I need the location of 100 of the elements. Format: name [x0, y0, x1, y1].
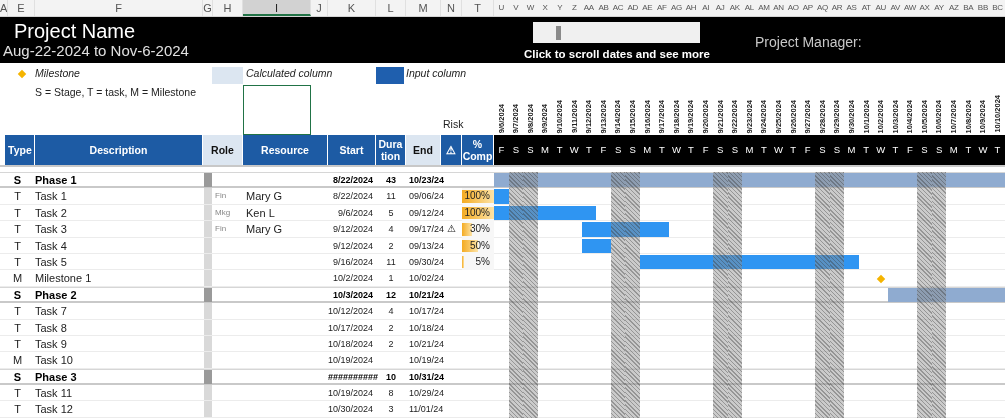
weekday-label: F: [596, 135, 611, 165]
column-header[interactable]: Z: [566, 0, 582, 16]
column-header: Start: [328, 135, 376, 165]
column-header: Resource: [243, 135, 328, 165]
column-header[interactable]: AR: [829, 0, 845, 16]
weekday-label: W: [771, 135, 786, 165]
color-swatch: [212, 67, 243, 84]
description-cell-text: Task 3: [35, 222, 68, 238]
project-manager-label: Project Manager:: [754, 33, 862, 52]
duration-cell-text: 5: [387, 206, 395, 220]
scroll-thumb[interactable]: [556, 26, 561, 40]
column-header[interactable]: AS: [844, 0, 859, 16]
selected-cell[interactable]: [243, 85, 311, 135]
start-date-cell-text: 9/12/2024: [331, 223, 374, 237]
column-header[interactable]: K: [328, 0, 376, 16]
column-header[interactable]: BB: [975, 0, 991, 16]
column-header[interactable]: F: [35, 0, 203, 16]
column-header[interactable]: BC: [990, 0, 1005, 16]
start-date-cell-text: 8/22/2024: [331, 190, 374, 204]
column-header[interactable]: AP: [800, 0, 816, 16]
duration-cell-text: 43: [385, 174, 397, 187]
type-cell-text: T: [13, 320, 22, 336]
weekday-label: S: [625, 135, 640, 165]
column-header: % Comp: [462, 135, 494, 165]
project-title: Project Name: [13, 19, 137, 42]
column-header[interactable]: L: [376, 0, 406, 16]
column-header[interactable]: AK: [727, 0, 743, 16]
column-header[interactable]: AU: [873, 0, 889, 16]
start-date-cell-text: 10/19/2024: [328, 354, 375, 368]
role-cell-text: Mkg: [214, 206, 232, 219]
end-date-cell-text: 11/01/24: [408, 403, 441, 417]
column-header[interactable]: M: [406, 0, 441, 16]
column-header[interactable]: AE: [639, 0, 655, 16]
column-header[interactable]: AA: [581, 0, 597, 16]
description-cell-text: Task 11: [35, 386, 74, 402]
percent-text: 100%: [464, 205, 491, 220]
column-header[interactable]: AX: [917, 0, 932, 16]
column-header[interactable]: AJ: [712, 0, 728, 16]
description-cell-text: Milestone 1: [35, 271, 93, 287]
column-header: Duration: [376, 135, 406, 165]
column-header[interactable]: AF: [654, 0, 670, 16]
weekday-label: F: [494, 135, 509, 165]
color-swatch: [376, 67, 404, 84]
column-header[interactable]: U: [494, 0, 509, 16]
start-date-cell-text: 10/3/2024: [331, 288, 374, 302]
description-cell-text: Task 5: [35, 254, 68, 270]
column-header[interactable]: AD: [625, 0, 640, 16]
column-header[interactable]: AY: [931, 0, 947, 16]
column-header[interactable]: AO: [785, 0, 801, 16]
column-header[interactable]: AB: [596, 0, 611, 16]
stage-marker: [204, 173, 212, 188]
role-cell-text: Fin: [214, 223, 228, 236]
description-cell-text: Task 2: [35, 205, 68, 221]
description-cell-text: Task 10: [35, 353, 74, 369]
column-header[interactable]: V: [508, 0, 524, 16]
column-header[interactable]: BA: [961, 0, 976, 16]
column-header[interactable]: G: [203, 0, 213, 16]
column-header: Description: [35, 135, 203, 165]
type-cell-text: S: [12, 173, 23, 188]
type-cell-text: T: [13, 304, 22, 320]
duration-cell-text: 10: [385, 370, 397, 384]
description-cell-text: Phase 2: [35, 287, 78, 303]
weekday-label: T: [888, 135, 903, 165]
column-header[interactable]: AQ: [815, 0, 830, 16]
duration-cell-text: 2: [387, 321, 395, 335]
column-header: Type: [5, 135, 35, 165]
column-header[interactable]: AW: [902, 0, 918, 16]
start-date-cell-text: 10/19/2024: [328, 387, 375, 401]
duration-cell-text: 11: [385, 190, 397, 204]
weekday-label: T: [552, 135, 567, 165]
column-header[interactable]: A: [0, 0, 8, 16]
column-header[interactable]: AM: [756, 0, 772, 16]
scroll-bar[interactable]: [533, 22, 700, 43]
duration-cell-text: 2: [387, 239, 395, 253]
duration-cell-text: 4: [387, 305, 395, 319]
start-date-cell-text: 10/30/2024: [328, 403, 375, 417]
duration-cell-text: 11: [385, 255, 397, 269]
description-cell-text: Phase 1: [35, 173, 78, 188]
column-header[interactable]: AC: [610, 0, 626, 16]
column-header[interactable]: AG: [669, 0, 684, 16]
column-header[interactable]: AV: [888, 0, 903, 16]
column-header[interactable]: E: [8, 0, 35, 16]
column-header[interactable]: AL: [742, 0, 757, 16]
column-header[interactable]: I: [243, 0, 311, 16]
column-header: ⚠: [441, 135, 462, 165]
column-header[interactable]: N: [441, 0, 462, 16]
column-header[interactable]: J: [311, 0, 328, 16]
column-header[interactable]: AN: [771, 0, 786, 16]
column-header[interactable]: Y: [552, 0, 567, 16]
column-header[interactable]: W: [523, 0, 538, 16]
weekday-label: M: [742, 135, 757, 165]
weekday-label: T: [961, 135, 976, 165]
column-header[interactable]: AI: [698, 0, 713, 16]
column-header[interactable]: T: [462, 0, 494, 16]
percent-text: 30%: [470, 222, 491, 237]
column-header[interactable]: AT: [858, 0, 874, 16]
column-header[interactable]: AZ: [946, 0, 961, 16]
column-header[interactable]: X: [537, 0, 553, 16]
type-cell-text: M: [11, 353, 24, 369]
column-header[interactable]: AH: [683, 0, 699, 16]
